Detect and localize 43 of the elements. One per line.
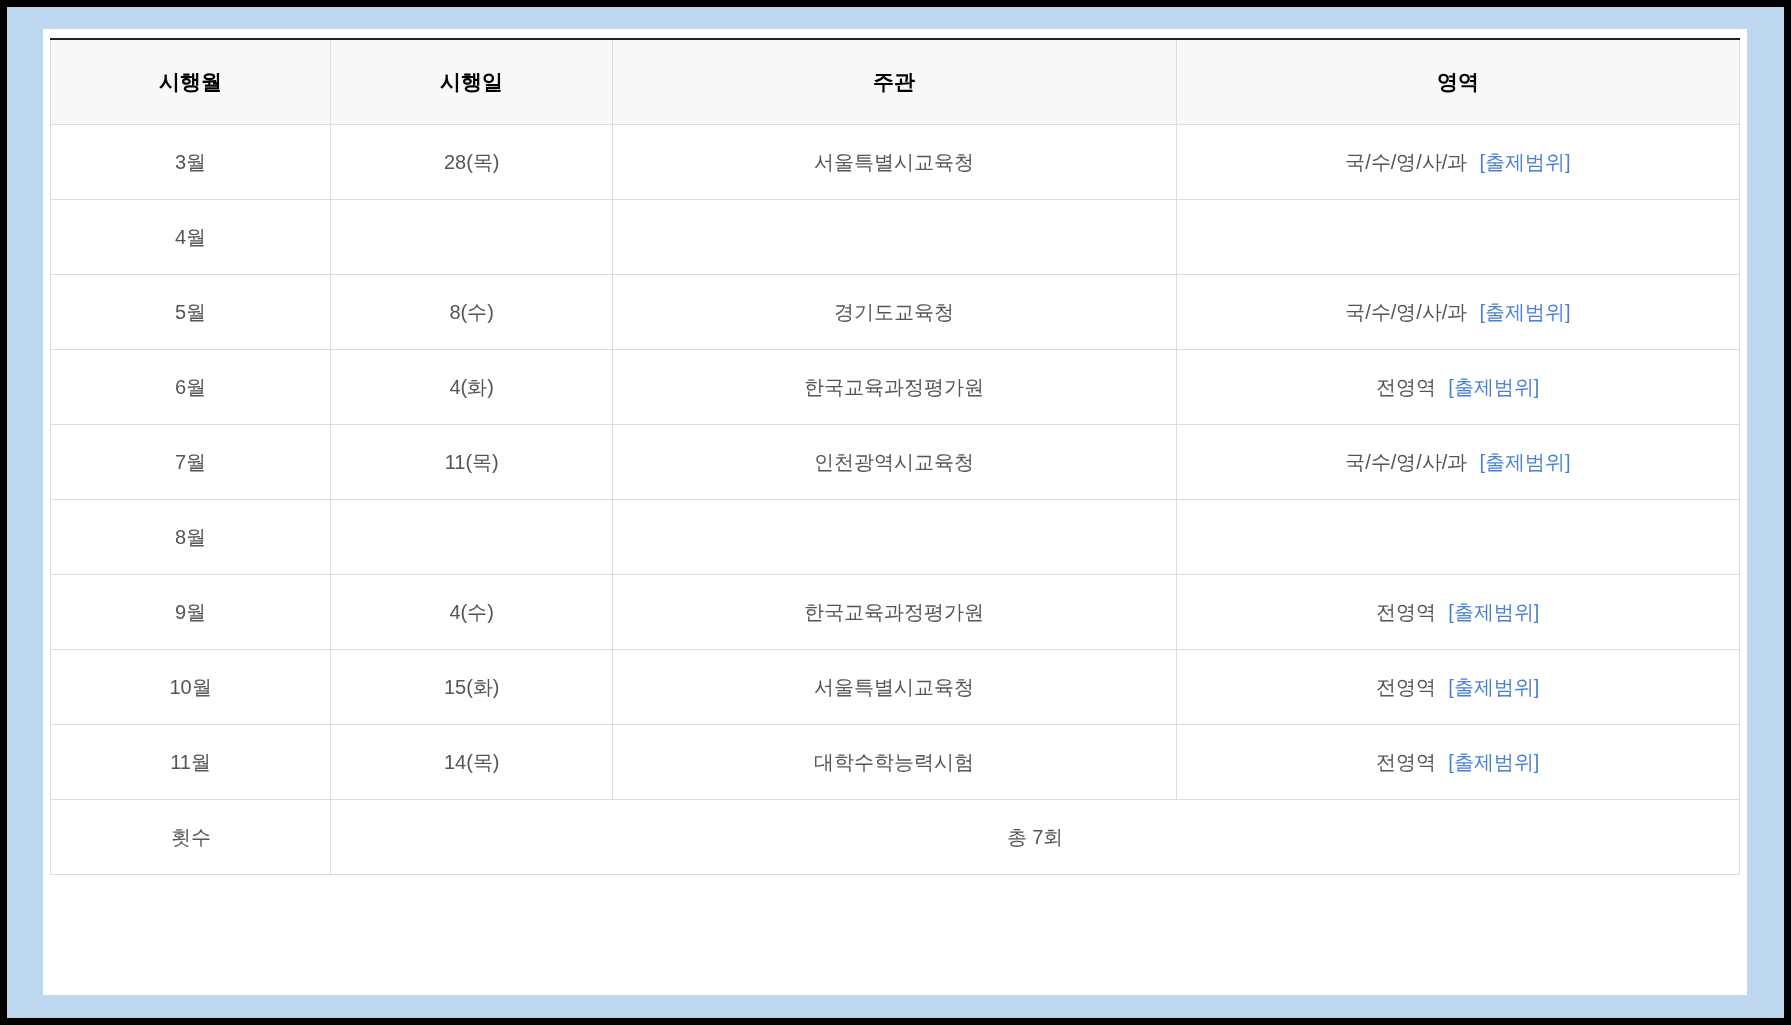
table-cell: 10월	[50, 649, 331, 724]
table-cell: 3월	[50, 124, 331, 199]
link[interactable]: [출제범위]	[1448, 675, 1540, 698]
table-cell: 28(목)	[330, 124, 613, 199]
table-cell: 11(목)	[330, 424, 613, 499]
table-cell: 서울특별시교육청	[612, 649, 1177, 724]
link[interactable]: [출제범위]	[1479, 450, 1571, 473]
table-cell: 한국교육과정평가원	[612, 574, 1177, 649]
table-cell: 국/수/영/사/과	[1345, 450, 1468, 473]
link[interactable]: [출제범위]	[1448, 750, 1540, 773]
column-header: 시행일	[330, 39, 613, 124]
table-cell: 인천광역시교육청	[612, 424, 1177, 499]
table-cell: 8(수)	[330, 274, 613, 349]
link[interactable]: [출제범위]	[1479, 300, 1571, 323]
table-cell: 횟수	[50, 799, 331, 874]
table-cell: 전영역	[1376, 375, 1437, 398]
table-cell: 전영역	[1376, 750, 1437, 773]
table-cell: 국/수/영/사/과	[1345, 300, 1468, 323]
table-cell: 6월	[50, 349, 331, 424]
table-cell: 서울특별시교육청	[612, 124, 1177, 199]
link[interactable]: [출제범위]	[1448, 375, 1540, 398]
table-cell: 7월	[50, 424, 331, 499]
table-cell: 11월	[50, 724, 331, 799]
table-cell: 국/수/영/사/과	[1345, 150, 1468, 173]
table-cell: 14(목)	[330, 724, 613, 799]
column-header: 시행월	[50, 39, 331, 124]
link[interactable]: [출제범위]	[1448, 600, 1540, 623]
column-header: 주관	[612, 39, 1177, 124]
table-cell: 15(화)	[330, 649, 613, 724]
table-cell: 전영역	[1376, 600, 1437, 623]
link[interactable]: [출제범위]	[1479, 150, 1571, 173]
table-cell: 총 7회	[330, 799, 1740, 874]
table-cell: 9월	[50, 574, 331, 649]
table-cell: 전영역	[1376, 675, 1437, 698]
table-cell: 4(수)	[330, 574, 613, 649]
table-cell: 대학수학능력시험	[612, 724, 1177, 799]
column-header: 영역	[1176, 39, 1740, 124]
table-cell: 4(화)	[330, 349, 613, 424]
table-cell: 경기도교육청	[612, 274, 1177, 349]
table-cell: 8월	[50, 499, 331, 574]
table-cell: 5월	[50, 274, 331, 349]
table-cell: 4월	[50, 199, 331, 274]
table-cell: 한국교육과정평가원	[612, 349, 1177, 424]
